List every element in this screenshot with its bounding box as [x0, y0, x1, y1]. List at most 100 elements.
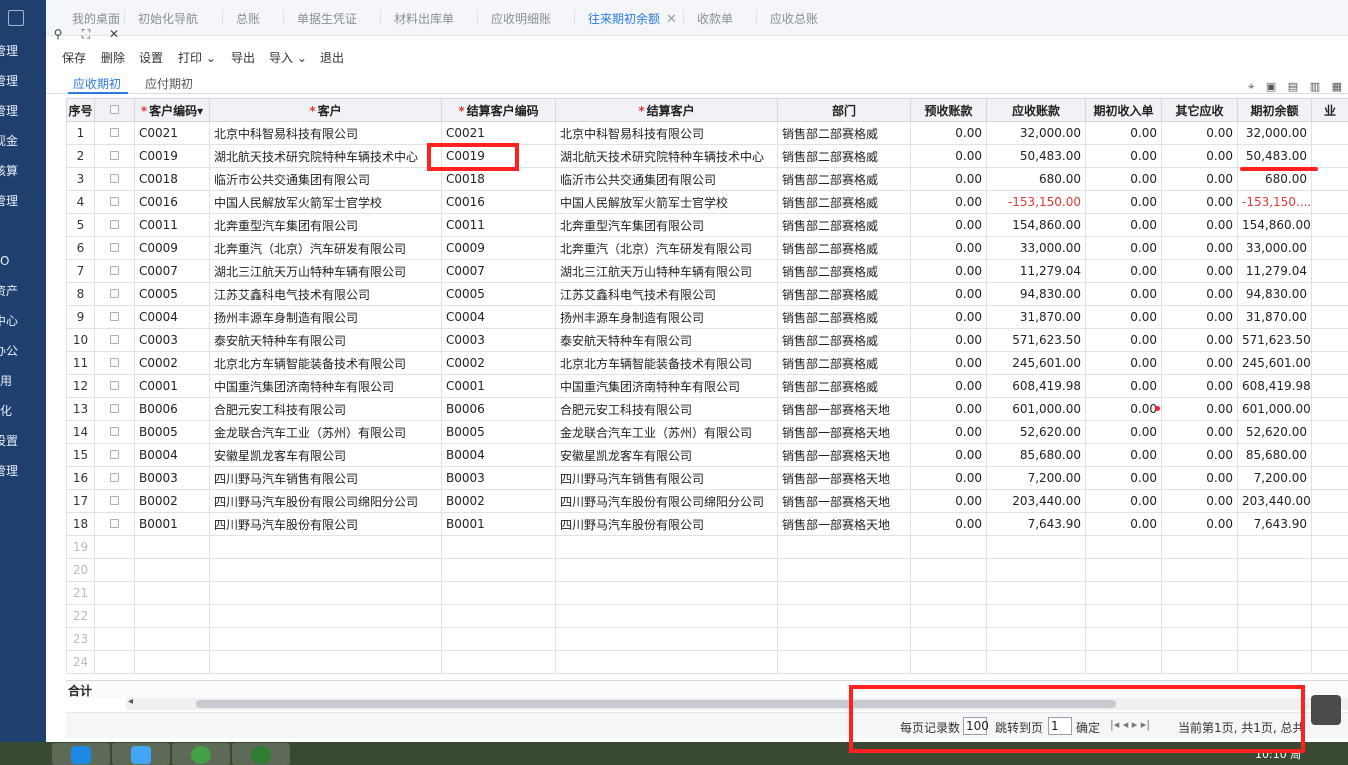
- checkbox-icon[interactable]: [110, 266, 119, 275]
- header-other[interactable]: 其它应收: [1161, 98, 1238, 122]
- cell-extra[interactable]: [1311, 144, 1348, 168]
- cell-other[interactable]: 0.00: [1161, 167, 1238, 191]
- cell-period-income[interactable]: 0.00: [1085, 236, 1162, 260]
- tab-8[interactable]: 应收总账: [770, 10, 818, 27]
- cell-balance[interactable]: 52,620.00: [1237, 420, 1312, 444]
- empty-row[interactable]: 20: [66, 558, 1348, 582]
- cell-extra[interactable]: [1311, 282, 1348, 306]
- cell-period-income[interactable]: 0.00: [1085, 397, 1162, 421]
- sidebar-item[interactable]: 办公: [0, 340, 18, 362]
- cell-settle-code[interactable]: C0005: [441, 282, 556, 306]
- cell-empty[interactable]: [441, 627, 556, 651]
- cell-customer-code[interactable]: C0003: [134, 328, 210, 352]
- sidebar-item[interactable]: 资产: [0, 280, 18, 302]
- cell-extra[interactable]: [1311, 167, 1348, 191]
- cell-other[interactable]: 0.00: [1161, 259, 1238, 283]
- cell-extra[interactable]: [1311, 443, 1348, 467]
- sidebar-item[interactable]: 用: [0, 370, 12, 392]
- cell-prepay[interactable]: 0.00: [910, 489, 987, 513]
- table-row[interactable]: 10 C0003 泰安航天特种车有限公司 C0003 泰安航天特种车有限公司 销售部二部赛…: [66, 328, 1348, 352]
- cell-select[interactable]: [94, 351, 135, 375]
- cell-prepay[interactable]: 0.00: [910, 305, 987, 329]
- cell-customer-code[interactable]: C0001: [134, 374, 210, 398]
- cell-customer[interactable]: 金龙联合汽车工业（苏州）有限公司: [209, 420, 442, 444]
- cell-extra[interactable]: [1311, 420, 1348, 444]
- cell-customer[interactable]: 四川野马汽车销售有限公司: [209, 466, 442, 490]
- cell-empty[interactable]: [777, 627, 911, 651]
- cell-customer-code[interactable]: C0021: [134, 121, 210, 145]
- cell-empty[interactable]: [910, 558, 987, 582]
- cell-empty[interactable]: [1161, 535, 1238, 559]
- cell-settle-customer[interactable]: 泰安航天特种车有限公司: [555, 328, 778, 352]
- cell-extra[interactable]: [1311, 190, 1348, 214]
- tab-4[interactable]: 材料出库单: [394, 10, 454, 27]
- cell-receivable[interactable]: 680.00: [986, 167, 1086, 191]
- cell-empty[interactable]: [777, 650, 911, 674]
- cell-customer-code[interactable]: B0003: [134, 466, 210, 490]
- cell-balance[interactable]: 85,680.00: [1237, 443, 1312, 467]
- cell-other[interactable]: 0.00: [1161, 282, 1238, 306]
- cell-balance[interactable]: 154,860.00: [1237, 213, 1312, 237]
- cell-customer[interactable]: 扬州丰源车身制造有限公司: [209, 305, 442, 329]
- cell-dept[interactable]: 销售部二部赛格威: [777, 121, 911, 145]
- cell-period-income[interactable]: 0.00: [1085, 420, 1162, 444]
- cell-period-income[interactable]: 0.00: [1085, 512, 1162, 536]
- export-button[interactable]: 导出: [231, 49, 255, 66]
- cell-empty[interactable]: [1311, 650, 1348, 674]
- empty-row[interactable]: 23: [66, 627, 1348, 651]
- cell-settle-code[interactable]: C0021: [441, 121, 556, 145]
- cell-prepay[interactable]: 0.00: [910, 351, 987, 375]
- cell-prepay[interactable]: 0.00: [910, 190, 987, 214]
- taskbar-app-4[interactable]: [232, 743, 290, 765]
- search-icon[interactable]: ⚲: [50, 27, 66, 41]
- cell-period-income[interactable]: 0.00: [1085, 121, 1162, 145]
- cell-settle-customer[interactable]: 湖北三江航天万山特种车辆有限公司: [555, 259, 778, 283]
- cell-dept[interactable]: 销售部二部赛格威: [777, 305, 911, 329]
- cell-customer[interactable]: 中国重汽集团济南特种车有限公司: [209, 374, 442, 398]
- cell-other[interactable]: 0.00: [1161, 305, 1238, 329]
- cell-empty[interactable]: [555, 650, 778, 674]
- cell-settle-code[interactable]: C0016: [441, 190, 556, 214]
- tab-0[interactable]: 我的桌面: [72, 10, 120, 27]
- cell-empty[interactable]: [1161, 558, 1238, 582]
- cell-select[interactable]: [94, 121, 135, 145]
- tab-6[interactable]: 往来期初余额 ✕: [588, 10, 677, 27]
- cell-dept[interactable]: 销售部一部赛格天地: [777, 443, 911, 467]
- cell-period-income[interactable]: 0.00: [1085, 190, 1162, 214]
- cell-empty[interactable]: [441, 650, 556, 674]
- cell-customer[interactable]: 泰安航天特种车有限公司: [209, 328, 442, 352]
- taskbar-app-3[interactable]: [172, 743, 230, 765]
- cell-empty[interactable]: [555, 581, 778, 605]
- exit-button[interactable]: 退出: [320, 49, 344, 66]
- cell-empty[interactable]: [986, 604, 1086, 628]
- table-row[interactable]: 4 C0016 中国人民解放军火箭军士官学校 C0016 中国人民解放军火箭军士官学校销…: [66, 190, 1348, 214]
- cell-settle-customer[interactable]: 四川野马汽车股份有限公司绵阳分公司: [555, 489, 778, 513]
- checkbox-icon[interactable]: [110, 450, 119, 459]
- table-row[interactable]: 15 B0004 安徽星凯龙客车有限公司 B0004 安徽星凯龙客车有限公司 销售部一部赛…: [66, 443, 1348, 467]
- checkbox-icon[interactable]: [110, 220, 119, 229]
- cell-settle-code[interactable]: C0004: [441, 305, 556, 329]
- cell-select[interactable]: [94, 512, 135, 536]
- cell-prepay[interactable]: 0.00: [910, 282, 987, 306]
- cell-settle-code[interactable]: B0001: [441, 512, 556, 536]
- cell-settle-code[interactable]: C0003: [441, 328, 556, 352]
- cell-extra[interactable]: [1311, 328, 1348, 352]
- table-row[interactable]: 17 B0002 四川野马汽车股份有限公司绵阳分公司 B0002 四川野马汽车股份有限公…: [66, 489, 1348, 513]
- empty-row[interactable]: 21: [66, 581, 1348, 605]
- sidebar-item[interactable]: 现金: [0, 130, 18, 152]
- scroll-left-icon[interactable]: ◂: [128, 696, 133, 707]
- cell-dept[interactable]: 销售部二部赛格威: [777, 190, 911, 214]
- cell-other[interactable]: 0.00: [1161, 374, 1238, 398]
- cell-empty[interactable]: [94, 558, 135, 582]
- cell-customer[interactable]: 北奔重型汽车集团有限公司: [209, 213, 442, 237]
- cell-customer[interactable]: 临沂市公共交通集团有限公司: [209, 167, 442, 191]
- tab-payable-opening[interactable]: 应付期初: [145, 75, 193, 92]
- cell-receivable[interactable]: 50,483.00: [986, 144, 1086, 168]
- cell-empty[interactable]: [1311, 558, 1348, 582]
- cell-empty[interactable]: [134, 604, 210, 628]
- cell-extra[interactable]: [1311, 351, 1348, 375]
- sidebar-item[interactable]: 化: [0, 400, 12, 422]
- cell-empty[interactable]: [777, 558, 911, 582]
- cell-settle-customer[interactable]: 江苏艾鑫科电气技术有限公司: [555, 282, 778, 306]
- cell-empty[interactable]: [1311, 581, 1348, 605]
